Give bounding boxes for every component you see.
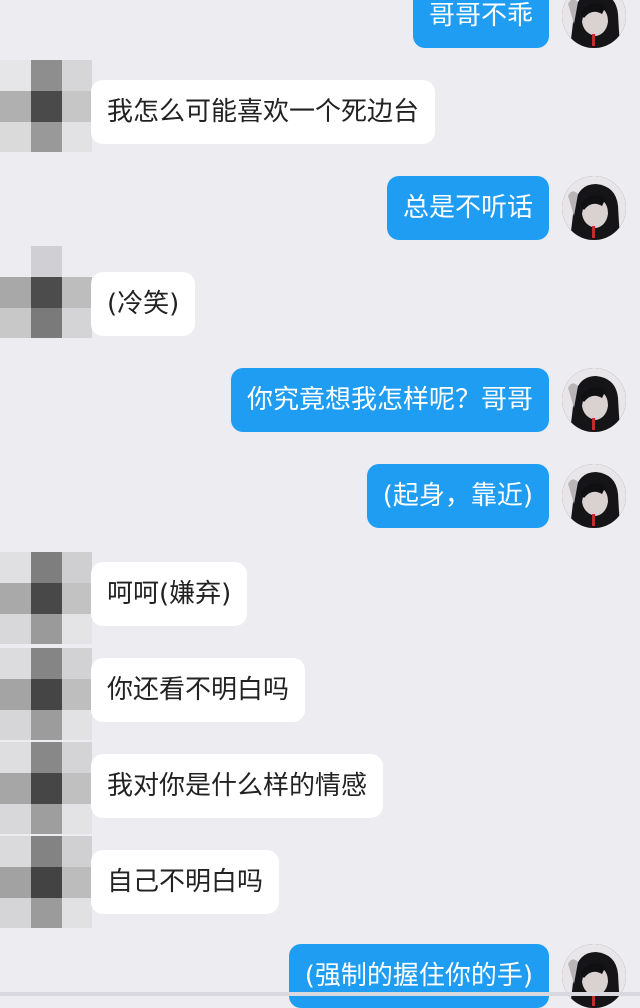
anime-avatar-icon[interactable] bbox=[562, 944, 626, 1008]
anime-avatar-icon[interactable] bbox=[562, 176, 626, 240]
pixelated-avatar-icon[interactable] bbox=[0, 60, 92, 152]
bottom-divider bbox=[0, 992, 640, 996]
chat-area: 哥哥不乖 我怎么可能喜欢一个死边台 总是不听话 (冷笑) 你究竟想我怎样呢？哥哥 bbox=[0, 0, 640, 1008]
pixelated-avatar-icon[interactable] bbox=[0, 552, 92, 644]
message-bubble-received[interactable]: 我对你是什么样的情感 bbox=[91, 754, 384, 818]
message-row-sent: 你究竟想我怎样呢？哥哥 bbox=[0, 368, 640, 432]
message-bubble-received[interactable]: 我怎么可能喜欢一个死边台 bbox=[91, 80, 436, 144]
message-row-sent: 总是不听话 bbox=[0, 176, 640, 240]
message-bubble-received[interactable]: (冷笑) bbox=[91, 272, 196, 336]
message-bubble-received[interactable]: 呵呵(嫌弃) bbox=[91, 562, 248, 626]
pixelated-avatar-icon[interactable] bbox=[0, 246, 92, 338]
message-row-received: 呵呵(嫌弃) bbox=[0, 552, 640, 648]
message-row-received: 你还看不明白吗 bbox=[0, 648, 640, 744]
message-row-sent: 哥哥不乖 bbox=[0, 0, 640, 48]
message-row-received: 我怎么可能喜欢一个死边台 bbox=[0, 60, 640, 156]
message-bubble-received[interactable]: 你还看不明白吗 bbox=[91, 658, 306, 722]
message-row-sent: (起身，靠近) bbox=[0, 464, 640, 528]
message-bubble-sent[interactable]: 哥哥不乖 bbox=[412, 0, 549, 48]
pixelated-avatar-icon[interactable] bbox=[0, 648, 92, 740]
pixelated-avatar-icon[interactable] bbox=[0, 836, 92, 928]
anime-avatar-icon[interactable] bbox=[562, 368, 626, 432]
message-bubble-sent[interactable]: (起身，靠近) bbox=[366, 464, 549, 528]
message-bubble-sent[interactable]: 你究竟想我怎样呢？哥哥 bbox=[230, 368, 549, 432]
message-bubble-sent[interactable]: 总是不听话 bbox=[386, 176, 549, 240]
anime-avatar-icon[interactable] bbox=[562, 0, 626, 48]
anime-avatar-icon[interactable] bbox=[562, 464, 626, 528]
message-row-received: 我对你是什么样的情感 bbox=[0, 742, 640, 838]
pixelated-avatar-icon[interactable] bbox=[0, 742, 92, 834]
message-bubble-sent[interactable]: (强制的握住你的手) bbox=[288, 944, 549, 1008]
message-bubble-received[interactable]: 自己不明白吗 bbox=[91, 850, 280, 914]
message-row-received: 自己不明白吗 bbox=[0, 836, 640, 932]
message-row-sent: (强制的握住你的手) bbox=[0, 944, 640, 1008]
message-row-received: (冷笑) bbox=[0, 246, 640, 342]
